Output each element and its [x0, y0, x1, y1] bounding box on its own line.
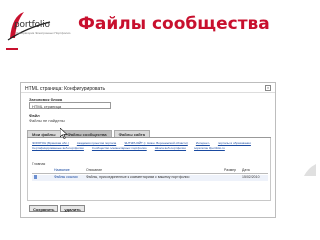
- mouse-cursor-icon: [60, 128, 68, 139]
- form-actions: Сохранить удалить: [29, 205, 85, 212]
- logo-tagline: Лаборатория Электронных Портфолио: [16, 31, 71, 35]
- breadcrumb[interactable]: Главная: [32, 162, 45, 166]
- folder-icon: [34, 175, 37, 179]
- community-link[interactable]: эорататон #portfolio.ru: [194, 146, 225, 150]
- community-link[interactable]: Школа веб-портфолио: [155, 146, 186, 150]
- logo-text: portfolio: [14, 20, 50, 30]
- page-curl-icon: [304, 164, 316, 176]
- community-link[interactable]: Сообщество элементарных портфолио: [92, 146, 147, 150]
- table-row[interactable]: Файлы ссылки Файлы, присоединенные к ком…: [32, 175, 268, 181]
- col-name-header: Название: [54, 168, 70, 172]
- community-link[interactable]: Сертифицированные веб-портфолио: [32, 146, 84, 150]
- config-window: HTML страница: Конфигурировать × Заголов…: [20, 82, 276, 218]
- tab-site-files[interactable]: Файлы сайта: [113, 130, 150, 137]
- community-link[interactable]: ЭНТЭРНЭЙТ (г. Нижн. Воронежской области): [124, 141, 188, 145]
- window-title: HTML страница: Конфигурировать: [25, 86, 106, 92]
- col-description-header: Описание: [86, 168, 103, 172]
- col-size-header: Размер: [224, 168, 237, 172]
- col-icon: [32, 168, 54, 173]
- save-button[interactable]: Сохранить: [29, 205, 59, 212]
- delete-button[interactable]: удалить: [60, 205, 85, 212]
- file-size: [224, 175, 242, 181]
- file-tabs: Мои файлы Файлы сообщества Файлы сайта: [27, 130, 150, 137]
- portfolio-logo: portfolio Лаборатория Электронных Портфо…: [6, 8, 70, 48]
- block-title-input[interactable]: HTML страница: [29, 102, 111, 109]
- close-icon[interactable]: ×: [265, 85, 271, 91]
- files-table-header: Название Описание Размер Дата: [32, 168, 268, 174]
- file-date: 15/02/2010: [242, 175, 260, 179]
- folder-icon-cell: [32, 175, 54, 181]
- window-titlebar: HTML страница: Конфигурировать: [21, 83, 275, 93]
- slide-title: Файлы сообщества: [78, 14, 270, 34]
- tab-community-files[interactable]: Файлы сообщества: [62, 130, 112, 137]
- community-link[interactable]: Интернет-: [196, 141, 210, 145]
- community-link[interactable]: Академия проектов портала: [77, 141, 116, 145]
- tab-my-files[interactable]: Мои файлы: [27, 130, 61, 137]
- community-files-panel: ЭОРАТОН (Брянская обл.) Академия проекто…: [27, 138, 271, 201]
- community-list: ЭОРАТОН (Брянская обл.) Академия проекто…: [32, 141, 268, 150]
- file-status: Файлы не найдены: [29, 118, 65, 123]
- community-link[interactable]: ЭОРАТОН (Брянская обл.): [32, 141, 69, 145]
- community-link[interactable]: порталы в образовании: [218, 141, 251, 145]
- file-name[interactable]: Файлы ссылки: [54, 175, 86, 181]
- file-description: Файлы, присоединенные к комментариям с в…: [86, 175, 190, 179]
- accent-rule: [6, 48, 18, 50]
- col-date-header: Дата: [242, 168, 250, 172]
